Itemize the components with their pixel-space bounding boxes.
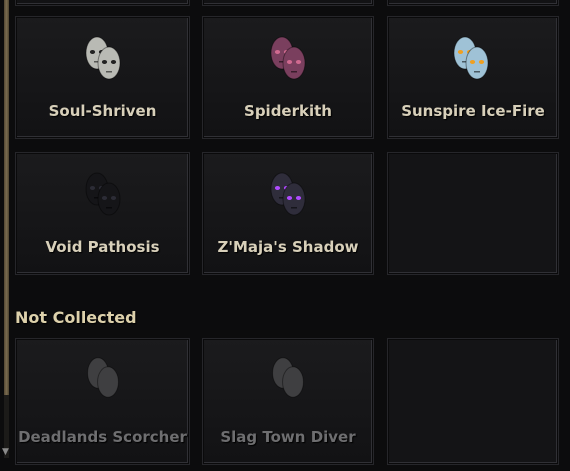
collectible-label: Void Pathosis <box>45 238 160 256</box>
scrollbar[interactable]: ▼ <box>0 0 13 471</box>
scroll-down-arrow-icon[interactable]: ▼ <box>2 448 9 457</box>
soul-shriven-heads-icon <box>85 36 120 80</box>
void-pathosis-heads-icon <box>85 172 120 216</box>
section-header-not-collected: Not Collected <box>15 308 137 327</box>
collectible-tile-void-pathosis[interactable]: Void Pathosis <box>15 152 190 275</box>
empty-tile <box>387 152 559 275</box>
tile-offscreen[interactable] <box>202 0 374 6</box>
spiderkith-heads-icon <box>270 36 306 80</box>
empty-tile <box>387 338 559 465</box>
deadlands-scorcher-silhouette-icon <box>86 357 119 398</box>
zmajas-shadow-heads-icon <box>270 172 306 216</box>
collectible-tile-zmajas-shadow[interactable]: Z'Maja's Shadow <box>202 152 374 275</box>
collectible-label: Spiderkith <box>244 102 332 120</box>
collectibles-grid: Soul-Shriven Spiderkith Sunspire Ice-Fir… <box>15 0 570 471</box>
collectible-tile-slag-town-diver[interactable]: Slag Town Diver <box>202 338 374 465</box>
scrollbar-thumb[interactable] <box>4 0 9 395</box>
collectible-label: Deadlands Scorcher <box>18 428 187 446</box>
tile-offscreen[interactable] <box>387 0 559 6</box>
tile-offscreen[interactable] <box>15 0 190 6</box>
collectible-tile-deadlands-scorcher[interactable]: Deadlands Scorcher <box>15 338 190 465</box>
sunspire-ice-fire-heads-icon <box>453 36 489 80</box>
collectible-label: Slag Town Diver <box>220 428 356 446</box>
collectible-label: Sunspire Ice-Fire <box>401 102 545 120</box>
collectible-tile-sunspire-ice-fire[interactable]: Sunspire Ice-Fire <box>387 16 559 139</box>
collectible-label: Z'Maja's Shadow <box>217 238 359 256</box>
collectible-tile-spiderkith[interactable]: Spiderkith <box>202 16 374 139</box>
slag-town-diver-silhouette-icon <box>272 357 304 398</box>
collectible-label: Soul-Shriven <box>48 102 157 120</box>
collectible-tile-soul-shriven[interactable]: Soul-Shriven <box>15 16 190 139</box>
